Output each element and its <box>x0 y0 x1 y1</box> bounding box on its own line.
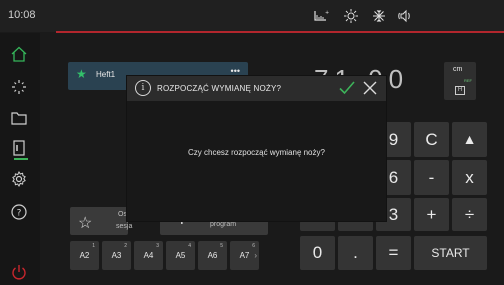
quick-button-index: 2 <box>124 243 127 249</box>
dialog-title: ROZPOCZĄĆ WYMIANĘ NOŻY? <box>157 84 282 93</box>
session-button[interactable]: ☆ Ost sesja <box>70 207 132 235</box>
power-icon[interactable] <box>10 263 28 281</box>
ventilation-icon[interactable] <box>371 8 387 24</box>
active-indicator <box>14 158 28 160</box>
quick-button[interactable]: 4 A5 <box>166 241 195 270</box>
quick-button-label: A5 <box>175 251 186 260</box>
star-outline-icon: ☆ <box>78 215 93 232</box>
key-decimal[interactable]: . <box>338 236 373 270</box>
quick-button-index: 3 <box>156 243 159 249</box>
info-icon: i <box>135 80 151 96</box>
confirm-check-icon[interactable] <box>338 79 356 97</box>
svg-text:?: ? <box>17 209 22 219</box>
start-button[interactable]: START <box>414 236 487 270</box>
quick-button[interactable]: 5 A6 <box>198 241 227 270</box>
more-options-icon[interactable]: ••• <box>231 66 240 76</box>
folder-icon[interactable] <box>10 109 28 127</box>
key-hidden-2[interactable] <box>338 221 373 231</box>
chevron-right-icon: › <box>254 251 257 260</box>
unit-selector[interactable]: cm REF H <box>444 62 476 100</box>
close-icon[interactable] <box>361 79 379 97</box>
quick-button-index: 1 <box>92 243 95 249</box>
key-clear[interactable]: C <box>414 122 449 157</box>
crosshair-icon[interactable] <box>10 78 28 96</box>
key-hidden-1[interactable] <box>300 221 335 231</box>
quick-button-label: A6 <box>207 251 218 260</box>
settings-icon[interactable] <box>10 170 28 188</box>
clock: 10:08 <box>8 9 36 21</box>
quick-button-index: 5 <box>220 243 223 249</box>
dialog-header: i ROZPOCZĄĆ WYMIANĘ NOŻY? <box>127 76 386 101</box>
quick-button-label: A3 <box>111 251 122 260</box>
program-label: program <box>210 221 237 228</box>
sidebar: ? <box>0 33 40 285</box>
key-divide[interactable]: ÷ <box>452 198 487 231</box>
quick-button[interactable]: 2 A3 <box>102 241 131 270</box>
dialog-message: Czy chcesz rozpocząć wymianę noży? <box>188 148 325 157</box>
quick-button-label: A2 <box>79 251 90 260</box>
label-printer-icon[interactable]: + <box>313 8 329 24</box>
program-name: Heft1 <box>96 70 116 79</box>
key-0[interactable]: 0 <box>300 236 335 270</box>
favorite-star-icon: ★ <box>76 67 87 81</box>
quick-button[interactable]: 3 A4 <box>134 241 163 270</box>
key-plus[interactable]: + <box>414 198 449 231</box>
quick-button-index: 4 <box>188 243 191 249</box>
height-icon: H <box>455 86 465 95</box>
key-minus[interactable]: - <box>414 160 449 195</box>
volume-icon[interactable] <box>397 8 413 24</box>
brightness-icon[interactable] <box>343 8 359 24</box>
key-multiply[interactable]: x <box>452 160 487 195</box>
quick-button-label: A7 <box>239 251 250 260</box>
top-bar: 10:08 + <box>0 0 504 33</box>
topbar-accent-line <box>56 31 504 33</box>
home-icon[interactable] <box>10 45 28 63</box>
ref-label: REF <box>464 78 472 83</box>
key-equals[interactable]: = <box>376 236 411 270</box>
key-eject[interactable]: ▲ <box>452 122 487 157</box>
knife-change-dialog: i ROZPOCZĄĆ WYMIANĘ NOŻY? Czy chcesz roz… <box>127 76 386 221</box>
unit-label: cm <box>453 66 463 73</box>
quick-button-label: A4 <box>143 251 154 260</box>
svg-text:+: + <box>325 10 329 16</box>
quick-button[interactable]: 1 A2 <box>70 241 99 270</box>
quick-button[interactable]: 6 A7 › <box>230 241 259 270</box>
session-label-2: sesja <box>116 223 133 230</box>
help-icon[interactable]: ? <box>10 203 28 221</box>
door-icon[interactable] <box>10 139 28 157</box>
